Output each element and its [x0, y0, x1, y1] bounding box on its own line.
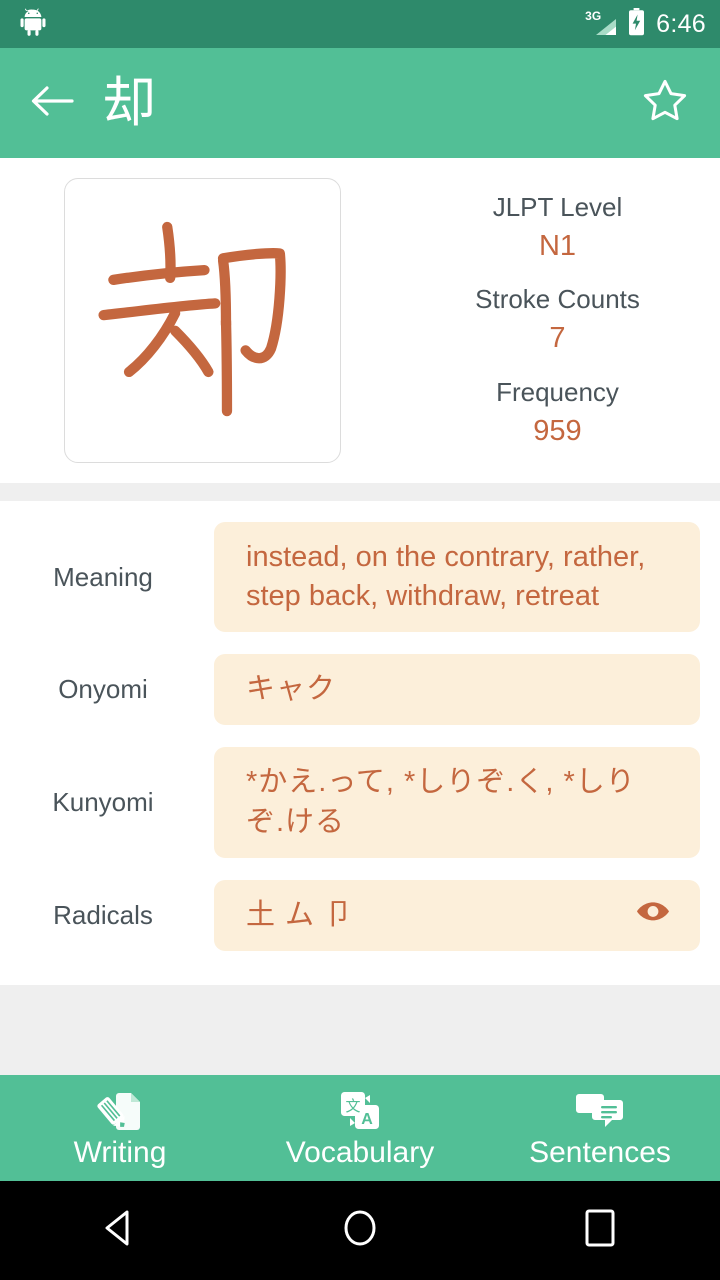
status-bar-left	[18, 7, 48, 42]
stat-value: N1	[538, 230, 577, 263]
detail-label: Onyomi	[58, 674, 148, 705]
tab-label: Sentences	[529, 1136, 671, 1169]
bottom-tab-bar: Writing 文 A Vocabulary Sentences	[0, 1075, 720, 1181]
stat-label: JLPT Level	[492, 192, 623, 223]
stat-stroke-counts: Stroke Counts 7	[475, 282, 640, 358]
back-button[interactable]	[26, 77, 78, 129]
detail-row-kunyomi: Kunyomi *かえ.って, *しりぞ.く, *しりぞ.ける	[0, 747, 720, 858]
svg-text:文: 文	[345, 1097, 360, 1115]
detail-label: Kunyomi	[52, 787, 154, 818]
stat-jlpt-level: JLPT Level N1	[493, 190, 623, 266]
detail-value-onyomi[interactable]: キャク	[214, 654, 700, 726]
clock-time: 6:46	[656, 9, 706, 38]
stat-label: Stroke Counts	[475, 284, 640, 315]
eye-visibility-icon[interactable]	[636, 896, 670, 935]
favorite-button[interactable]	[636, 74, 694, 132]
status-bar: 3G 6:46	[0, 0, 720, 48]
kanji-handwriting-glyph	[98, 221, 286, 416]
detail-value-radicals-container: 土 ム 卩	[214, 879, 700, 951]
pencil-document-icon	[96, 1088, 144, 1134]
kanji-detail-screen: 3G 6:46 却 JLPT Level N1 Stroke Counts 7 …	[0, 0, 720, 1280]
translate-icon: 文 A	[336, 1088, 384, 1134]
kanji-details-list: Meaning instead, on the contrary, rather…	[0, 501, 720, 985]
android-navigation-bar	[0, 1181, 720, 1280]
section-divider-bottom	[0, 985, 720, 1075]
tab-label: Writing	[73, 1136, 167, 1169]
tab-writing[interactable]: Writing	[0, 1075, 240, 1181]
nav-back-button[interactable]	[0, 1209, 240, 1252]
tab-sentences[interactable]: Sentences	[480, 1075, 720, 1181]
stat-frequency: Frequency 959	[496, 375, 619, 451]
detail-row-onyomi: Onyomi キャク	[0, 654, 720, 726]
stat-value: 7	[549, 322, 566, 355]
detail-row-meaning: Meaning instead, on the contrary, rather…	[0, 522, 720, 633]
tab-vocabulary[interactable]: 文 A Vocabulary	[240, 1075, 480, 1181]
page-title: 却	[102, 73, 156, 133]
detail-value-radicals: 土 ム 卩	[246, 898, 355, 931]
kanji-stats-list: JLPT Level N1 Stroke Counts 7 Frequency …	[405, 158, 720, 483]
detail-value-meaning[interactable]: instead, on the contrary, rather, step b…	[214, 522, 700, 633]
detail-row-radicals: Radicals 土 ム 卩	[0, 879, 720, 951]
chat-bubbles-icon	[575, 1088, 625, 1134]
signal-3g-icon: 3G	[585, 9, 617, 37]
star-outline-icon	[639, 76, 691, 131]
section-divider-top	[0, 483, 720, 501]
battery-charging-icon	[628, 7, 645, 41]
stat-label: Frequency	[496, 376, 619, 407]
nav-recents-square-icon	[583, 1208, 617, 1253]
nav-recents-button[interactable]	[480, 1208, 720, 1253]
android-robot-icon	[18, 7, 48, 42]
nav-home-button[interactable]	[240, 1208, 480, 1253]
kanji-card-container	[0, 158, 405, 483]
stat-value: 959	[533, 414, 582, 447]
tab-label: Vocabulary	[285, 1136, 435, 1169]
detail-label: Meaning	[53, 561, 153, 592]
kanji-stroke-card[interactable]	[64, 178, 341, 463]
detail-value-kunyomi[interactable]: *かえ.って, *しりぞ.く, *しりぞ.ける	[214, 747, 700, 858]
status-bar-right: 3G 6:46	[585, 7, 706, 41]
nav-home-circle-icon	[341, 1208, 379, 1253]
detail-label: Radicals	[53, 899, 153, 930]
arrow-back-icon	[30, 83, 74, 124]
app-bar: 却	[0, 48, 720, 158]
svg-text:A: A	[361, 1111, 373, 1128]
nav-back-triangle-icon	[102, 1209, 138, 1252]
kanji-summary-section: JLPT Level N1 Stroke Counts 7 Frequency …	[0, 158, 720, 483]
